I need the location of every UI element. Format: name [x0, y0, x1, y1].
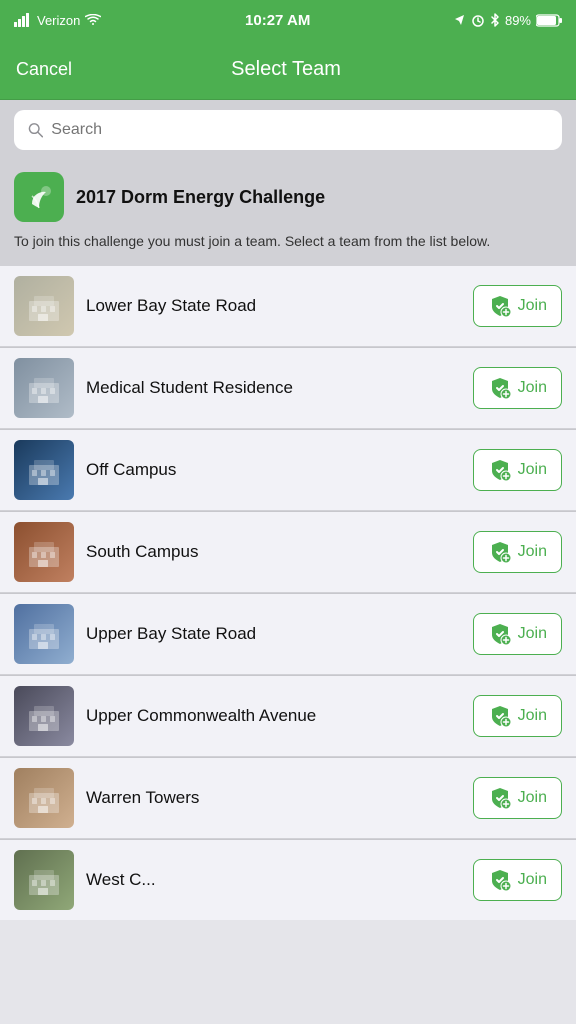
team-photo-west: [14, 850, 74, 910]
team-photo-upper-bay: [14, 604, 74, 664]
join-button-off-campus[interactable]: Join: [473, 449, 562, 491]
carrier-info: Verizon: [14, 13, 101, 28]
nav-bar: Cancel Select Team: [0, 40, 576, 100]
building-svg: [24, 450, 64, 490]
challenge-header: 2017 Dorm Energy Challenge: [0, 160, 576, 232]
wifi-icon: [85, 14, 101, 26]
join-label: Join: [518, 625, 547, 643]
join-label: Join: [518, 461, 547, 479]
team-photo-off-campus: [14, 440, 74, 500]
join-label: Join: [518, 707, 547, 725]
join-shield-icon: [488, 786, 512, 810]
team-item-upper-bay: Upper Bay State Road Join: [0, 594, 576, 674]
building-svg: [24, 532, 64, 572]
team-photo-warren: [14, 768, 74, 828]
team-name-upper-bay: Upper Bay State Road: [86, 623, 461, 645]
team-photo-lower-bay: [14, 276, 74, 336]
team-name-off-campus: Off Campus: [86, 459, 461, 481]
challenge-title: 2017 Dorm Energy Challenge: [76, 187, 325, 208]
team-item-off-campus: Off Campus Join: [0, 430, 576, 510]
building-svg: [24, 778, 64, 818]
join-shield-icon: [488, 622, 512, 646]
join-label: Join: [518, 789, 547, 807]
challenge-icon: [14, 172, 64, 222]
team-name-upper-common: Upper Commonwealth Avenue: [86, 705, 461, 727]
building-svg: [24, 368, 64, 408]
status-right-icons: 89%: [454, 13, 562, 28]
building-svg: [24, 696, 64, 736]
challenge-leaf-icon: [24, 182, 54, 212]
search-icon: [28, 122, 43, 138]
challenge-description: To join this challenge you must join a t…: [0, 232, 576, 266]
team-item-lower-bay: Lower Bay State Road Join: [0, 266, 576, 346]
page-title: Select Team: [231, 58, 341, 81]
building-svg: [24, 860, 64, 900]
join-label: Join: [518, 871, 547, 889]
search-input[interactable]: [51, 121, 548, 139]
building-svg: [24, 614, 64, 654]
team-name-medical: Medical Student Residence: [86, 377, 461, 399]
search-bar: [14, 110, 562, 150]
join-button-lower-bay[interactable]: Join: [473, 285, 562, 327]
team-photo-medical: [14, 358, 74, 418]
join-label: Join: [518, 543, 547, 561]
join-label: Join: [518, 297, 547, 315]
join-shield-icon: [488, 540, 512, 564]
bluetooth-icon: [490, 13, 500, 27]
join-shield-icon: [488, 294, 512, 318]
status-time: 10:27 AM: [245, 12, 310, 29]
join-shield-icon: [488, 704, 512, 728]
join-shield-icon: [488, 376, 512, 400]
status-bar: Verizon 10:27 AM 89%: [0, 0, 576, 40]
signal-icon: [14, 13, 32, 27]
join-button-upper-bay[interactable]: Join: [473, 613, 562, 655]
carrier-label: Verizon: [37, 13, 80, 28]
team-item-medical: Medical Student Residence Join: [0, 348, 576, 428]
join-button-medical[interactable]: Join: [473, 367, 562, 409]
battery-icon: [536, 14, 562, 27]
team-name-warren: Warren Towers: [86, 787, 461, 809]
team-item-upper-common: Upper Commonwealth Avenue Join: [0, 676, 576, 756]
team-name-south-campus: South Campus: [86, 541, 461, 563]
join-shield-icon: [488, 458, 512, 482]
team-item-west: West C... Join: [0, 840, 576, 920]
alarm-icon: [471, 13, 485, 27]
building-svg: [24, 286, 64, 326]
team-photo-upper-common: [14, 686, 74, 746]
join-shield-icon: [488, 868, 512, 892]
join-label: Join: [518, 379, 547, 397]
team-list: Lower Bay State Road Join Medical Studen…: [0, 266, 576, 920]
cancel-button[interactable]: Cancel: [16, 59, 72, 80]
team-item-south-campus: South Campus Join: [0, 512, 576, 592]
join-button-south-campus[interactable]: Join: [473, 531, 562, 573]
location-icon: [454, 14, 466, 26]
battery-label: 89%: [505, 13, 531, 28]
team-name-west: West C...: [86, 869, 461, 891]
join-button-upper-common[interactable]: Join: [473, 695, 562, 737]
team-photo-south-campus: [14, 522, 74, 582]
search-container: [0, 100, 576, 160]
team-name-lower-bay: Lower Bay State Road: [86, 295, 461, 317]
join-button-west[interactable]: Join: [473, 859, 562, 901]
join-button-warren[interactable]: Join: [473, 777, 562, 819]
team-item-warren: Warren Towers Join: [0, 758, 576, 838]
